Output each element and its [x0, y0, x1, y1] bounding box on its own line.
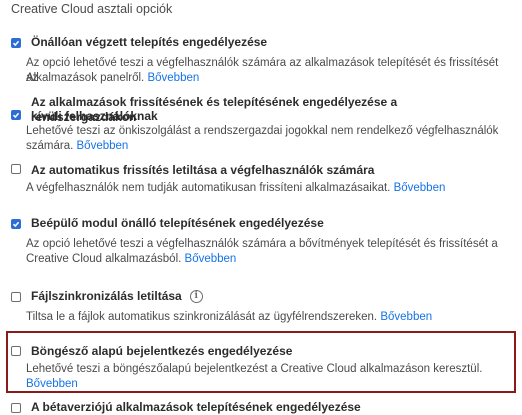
- checkbox-disable-file-sync[interactable]: [11, 292, 21, 302]
- learn-more-link[interactable]: Bővebben: [147, 72, 199, 84]
- option-label: Böngésző alapú bejelentkezés engedélyezé…: [31, 344, 293, 358]
- checkbox-self-service-install[interactable]: [11, 38, 21, 48]
- checkbox-disable-auto-update[interactable]: [11, 164, 21, 174]
- checkmark-icon: [12, 112, 20, 119]
- learn-more-link[interactable]: Bővebben: [185, 253, 237, 265]
- option-description: Tiltsa le a fájlok automatikus szinkroni…: [26, 311, 433, 323]
- option-label: A bétaverziójú alkalmazások telepítéséne…: [31, 400, 361, 414]
- option-description-cont: számára. Bővebben: [26, 140, 129, 152]
- option-description-cont: Alkalmazások panelről. Bővebben: [26, 72, 200, 84]
- learn-more-link[interactable]: Bővebben: [394, 182, 446, 194]
- option-description: Lehetővé teszi az önkiszolgálást a rends…: [26, 125, 499, 137]
- checkbox-beta-install[interactable]: [11, 403, 21, 413]
- checkbox-browser-login[interactable]: [11, 346, 21, 356]
- section-title: Creative Cloud asztali opciók: [11, 2, 173, 16]
- checkmark-icon: [12, 40, 20, 47]
- option-description: Az opció lehetővé teszi a végfelhasználó…: [26, 238, 498, 250]
- learn-more-link[interactable]: Bővebben: [26, 378, 78, 390]
- checkbox-plugin-install[interactable]: [11, 219, 21, 229]
- option-label: Önállóan végzett telepítés engedélyezése: [31, 35, 268, 49]
- option-label-cont: kívüli felhasználóknak: [31, 109, 158, 123]
- option-description: Lehetővé teszi a böngészőalapú bejelentk…: [26, 363, 483, 375]
- checkmark-icon: [12, 221, 20, 228]
- info-icon[interactable]: i: [189, 290, 203, 304]
- option-label-row: Fájlszinkronizálás letiltása i: [31, 289, 481, 304]
- checkbox-non-admin-updates[interactable]: [11, 110, 21, 120]
- option-label: Beépülő modul önálló telepítésének enged…: [31, 216, 324, 230]
- option-description-cont: Bővebben: [26, 377, 506, 392]
- option-description-cont: Creative Cloud alkalmazásból. Bővebben: [26, 253, 237, 265]
- option-label: Az automatikus frissítés letiltása a vég…: [31, 163, 375, 177]
- option-label: Fájlszinkronizálás letiltása: [31, 289, 182, 303]
- learn-more-link[interactable]: Bővebben: [77, 140, 129, 152]
- option-description: A végfelhasználók nem tudják automatikus…: [26, 182, 446, 194]
- learn-more-link[interactable]: Bővebben: [380, 311, 432, 323]
